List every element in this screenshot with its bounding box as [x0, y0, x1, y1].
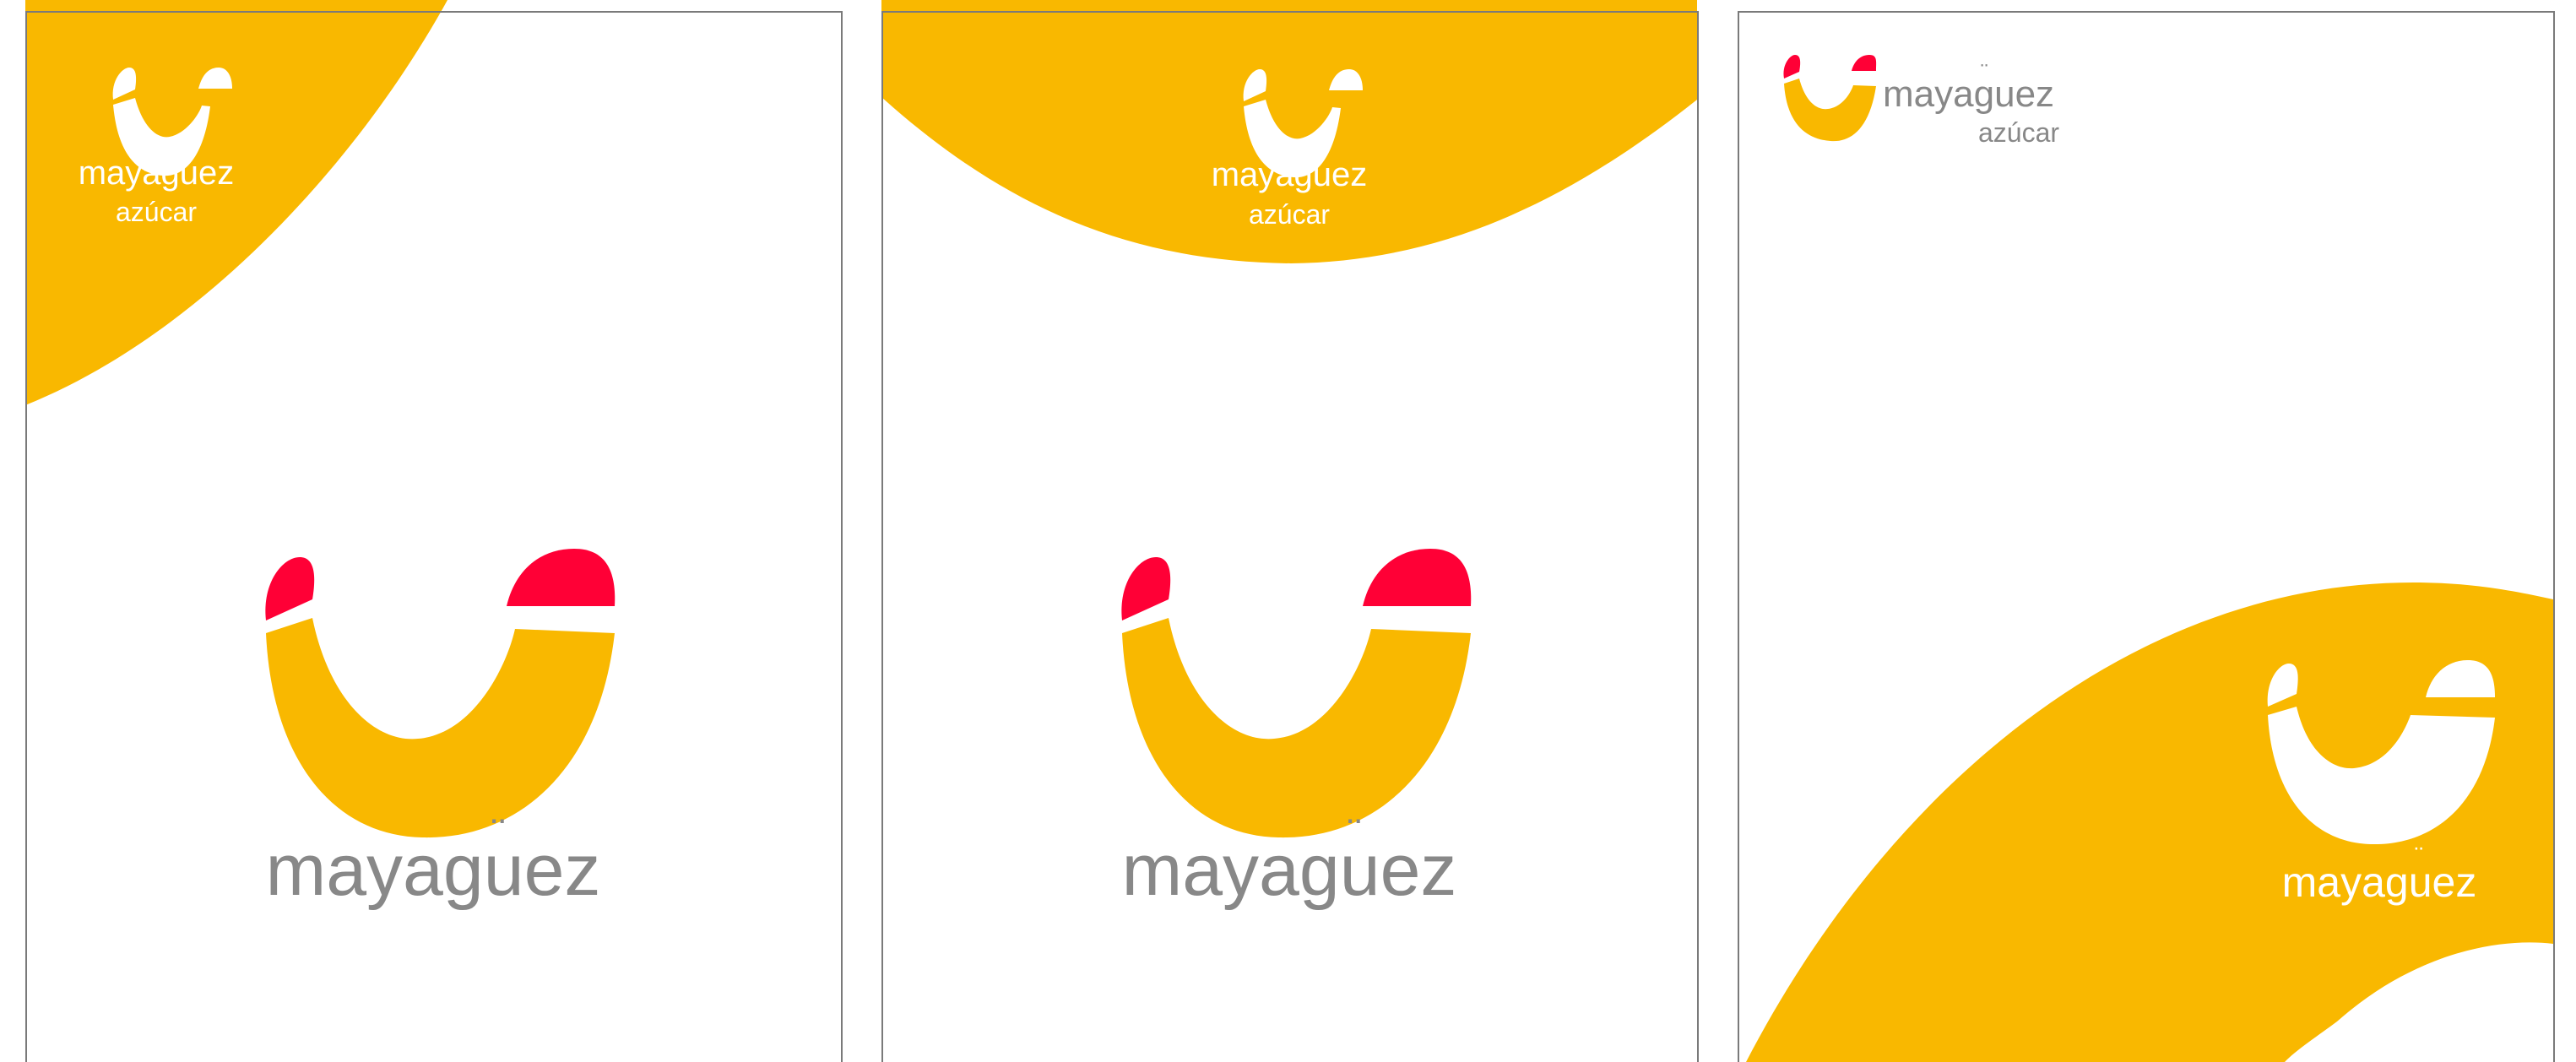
- panel-2-large-wordmark: mayaguez: [1122, 830, 1457, 911]
- panel-3-top-wordmark: mayaguez: [1883, 73, 2054, 115]
- panel-2-small-wordmark: mayaguez: [1212, 156, 1368, 193]
- panel-3-white-umlaut: ¨: [2415, 843, 2423, 870]
- panel-2-large-umlaut: ¨: [1348, 810, 1362, 858]
- panel-1-umlaut-mark: ¨: [185, 141, 192, 164]
- panel-2-tagline: azúcar: [1249, 199, 1330, 230]
- panel-2-umlaut-mark: ¨: [1318, 143, 1325, 165]
- panel-1-small-wordmark: mayaguez: [79, 154, 235, 192]
- panel-1: mayaguez ¨ azúcar mayaguez ¨: [25, 0, 844, 1062]
- panel-1-tagline: azúcar: [116, 197, 197, 227]
- panel-3: mayaguez ¨ azúcar mayaguez ¨: [1738, 0, 2557, 1062]
- panel-3-tagline: azúcar: [1978, 117, 2059, 148]
- panel-3-white-wordmark: mayaguez: [2282, 859, 2477, 906]
- panel-1-large-wordmark: mayaguez: [266, 830, 601, 911]
- panel-1-large-umlaut: ¨: [491, 810, 506, 858]
- panel-3-umlaut-mark: ¨: [1981, 59, 1988, 84]
- brand-layout-sheet: mayaguez ¨ azúcar mayaguez ¨ mayaguez ¨ …: [0, 0, 2576, 1062]
- panel-2: mayaguez ¨ azúcar mayaguez ¨: [881, 0, 1700, 1062]
